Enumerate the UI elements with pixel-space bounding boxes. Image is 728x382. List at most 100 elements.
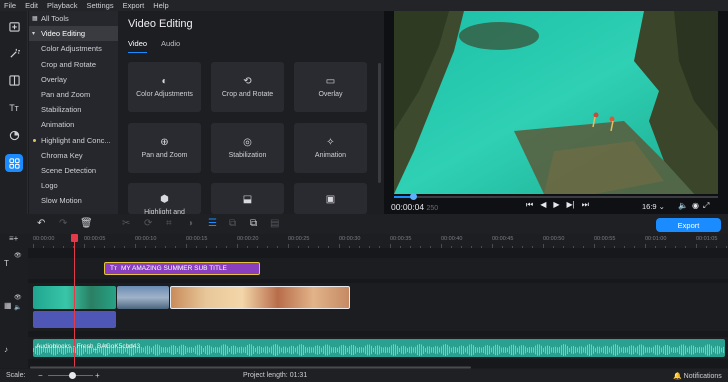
- waveform-bar: [477, 347, 478, 353]
- category-item[interactable]: Animation: [29, 117, 118, 132]
- video-clip-2[interactable]: [117, 286, 169, 309]
- color-icon[interactable]: ◑: [187, 218, 193, 229]
- undo-icon[interactable]: ↶: [37, 218, 45, 229]
- redo-icon[interactable]: ↷: [59, 218, 67, 229]
- menu-export[interactable]: Export: [123, 1, 145, 10]
- video-mute-icon[interactable]: 🔈: [14, 304, 21, 311]
- transitions-icon[interactable]: [5, 71, 23, 89]
- aspect-ratio-select[interactable]: 16:9 ⌄: [642, 202, 665, 211]
- category-item[interactable]: ▾ Video Editing: [29, 26, 118, 42]
- tool-tile-label: Crop and Rotate: [221, 90, 274, 98]
- zoom-in-icon[interactable]: +: [95, 371, 100, 380]
- video-frame[interactable]: [394, 11, 718, 194]
- tool-tile[interactable]: ⊕ Pan and Zoom: [128, 123, 201, 173]
- import-icon[interactable]: [5, 17, 23, 35]
- tool-tile[interactable]: ◐ Color Adjustments: [128, 62, 201, 112]
- export-button[interactable]: Export: [656, 218, 721, 232]
- rotate-icon[interactable]: ⟳: [144, 218, 152, 229]
- music-clip[interactable]: Audioblocks - Fresh_BAGoK5cbd43: [33, 339, 725, 357]
- waveform-bar: [457, 347, 458, 353]
- delete-icon[interactable]: 🗑: [80, 218, 93, 229]
- tool-tile[interactable]: ✧ Animation: [294, 123, 367, 173]
- title-clip[interactable]: Tт MY AMAZING SUMMER SUB TITLE: [104, 262, 260, 275]
- waveform-bar: [149, 346, 150, 354]
- category-item[interactable]: Pan and Zoom: [29, 87, 118, 102]
- volume-icon[interactable]: 🔈: [678, 201, 692, 210]
- waveform-bar: [651, 347, 652, 353]
- menu-file[interactable]: File: [4, 1, 16, 10]
- playback-progress[interactable]: [394, 193, 718, 200]
- waveform-bar: [679, 345, 680, 355]
- ruler-tick: [216, 246, 217, 248]
- tab-video[interactable]: Video: [128, 39, 148, 53]
- category-item[interactable]: Slow Motion: [29, 193, 118, 208]
- menu-edit[interactable]: Edit: [25, 1, 38, 10]
- ruler-tick: [267, 246, 268, 248]
- waveform-bar: [253, 346, 254, 354]
- properties-icon[interactable]: ☰: [208, 218, 217, 229]
- skip-start-icon[interactable]: ⏮: [526, 200, 533, 210]
- tool-tile[interactable]: ◎ Stabilization: [211, 123, 284, 173]
- menu-playback[interactable]: Playback: [47, 1, 77, 10]
- category-item[interactable]: Scene Detection: [29, 163, 118, 178]
- waveform-bar: [145, 346, 146, 354]
- waveform-bar: [491, 347, 492, 353]
- notifications[interactable]: 🔔 Notifications: [673, 372, 722, 380]
- waveform-bar: [157, 344, 158, 356]
- waveform-bar: [359, 347, 360, 353]
- record-icon[interactable]: ▤: [270, 218, 279, 229]
- video-clip-3[interactable]: [170, 286, 350, 309]
- titles-icon[interactable]: Tт: [5, 99, 23, 117]
- ruler-label: 00:00:25: [288, 236, 310, 242]
- category-item[interactable]: Crop and Rotate: [29, 57, 118, 72]
- tool-tile[interactable]: ▭ Overlay: [294, 62, 367, 112]
- waveform-bar: [549, 346, 550, 354]
- waveform-bar: [703, 347, 704, 353]
- waveform-bar: [567, 345, 568, 355]
- category-item[interactable]: Logo: [29, 178, 118, 193]
- marker-icon[interactable]: ⧉: [250, 218, 257, 229]
- stickers-icon[interactable]: [5, 126, 23, 144]
- add-track-icon[interactable]: ≡+: [9, 234, 18, 243]
- playhead-handle[interactable]: [71, 234, 78, 242]
- panel-scrollbar[interactable]: [378, 63, 381, 183]
- time-ruler[interactable]: 00:00:00 00:00:05 00:00:10 00:00:15 00:00:20…: [28, 234, 728, 248]
- play-icon[interactable]: ▶: [553, 200, 559, 210]
- tool-tile[interactable]: ⬓: [211, 183, 284, 214]
- crop-icon[interactable]: ⌗: [166, 218, 172, 229]
- waveform-bar: [383, 347, 384, 353]
- menu-help[interactable]: Help: [153, 1, 168, 10]
- waveform-bar: [187, 347, 188, 353]
- tool-tile[interactable]: ⬢ Highlight and: [128, 183, 201, 214]
- progress-handle[interactable]: [410, 193, 418, 200]
- frame-forward-icon[interactable]: ▶|: [567, 200, 575, 210]
- category-item[interactable]: Color Adjustments: [29, 41, 118, 56]
- category-item[interactable]: ▦ All Tools: [29, 11, 118, 26]
- cut-icon[interactable]: ✂: [122, 218, 130, 229]
- waveform-bar: [677, 347, 678, 353]
- fullscreen-icon[interactable]: ⤢: [703, 201, 713, 210]
- frame-back-icon[interactable]: ◀: [540, 200, 546, 210]
- zoom-out-icon[interactable]: −: [38, 371, 43, 380]
- tool-tile[interactable]: ▣: [294, 183, 367, 214]
- waveform-bar: [273, 344, 274, 356]
- category-item[interactable]: Highlight and Conc...: [29, 133, 118, 148]
- scene-icon[interactable]: ⧉: [229, 218, 236, 229]
- category-label: Logo: [41, 181, 58, 191]
- ruler-tick: [604, 246, 605, 248]
- waveform-bar: [439, 347, 440, 353]
- tab-audio[interactable]: Audio: [161, 39, 180, 53]
- video-visibility-icon[interactable]: 👁: [14, 294, 22, 301]
- more-tools-icon[interactable]: [5, 154, 23, 172]
- category-item[interactable]: Overlay: [29, 72, 118, 87]
- title-visibility-icon[interactable]: 👁: [14, 252, 22, 259]
- menu-settings[interactable]: Settings: [86, 1, 113, 10]
- skip-end-icon[interactable]: ⏭: [582, 200, 589, 210]
- snapshot-icon[interactable]: ◉: [692, 201, 703, 210]
- track-headers: ≡+ T 👁 ▦ 👁 🔈 ♪: [0, 234, 28, 368]
- magic-wand-icon[interactable]: [5, 44, 23, 62]
- scale-slider-handle[interactable]: [69, 372, 76, 379]
- category-item[interactable]: Stabilization: [29, 102, 118, 117]
- tool-tile[interactable]: ⟲ Crop and Rotate: [211, 62, 284, 112]
- category-item[interactable]: Chroma Key: [29, 148, 118, 163]
